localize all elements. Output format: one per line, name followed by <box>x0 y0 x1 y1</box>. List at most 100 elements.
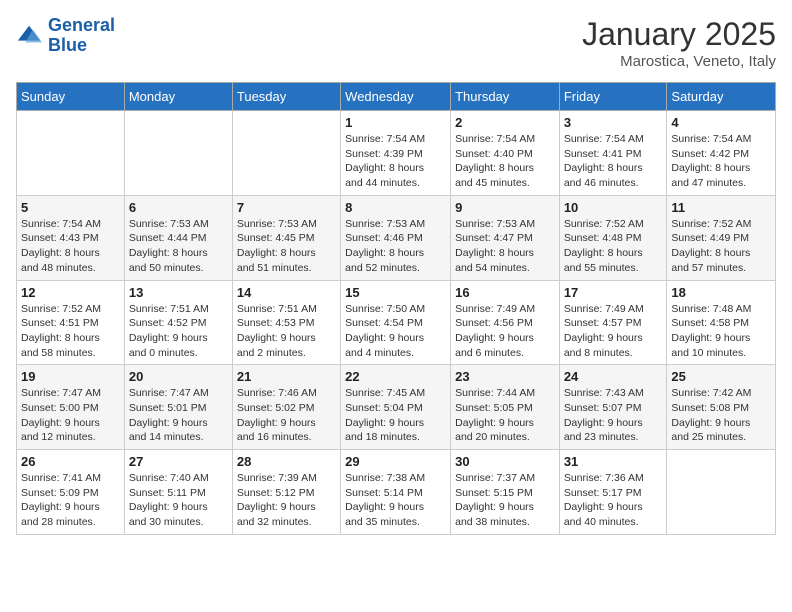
day-number: 16 <box>455 285 555 300</box>
calendar-cell: 28 Sunrise: 7:39 AM Sunset: 5:12 PM Dayli… <box>232 450 340 535</box>
day-number: 20 <box>129 369 228 384</box>
day-info: Sunrise: 7:43 AM Sunset: 5:07 PM Dayligh… <box>564 386 663 445</box>
day-number: 28 <box>237 454 336 469</box>
day-info: Sunrise: 7:36 AM Sunset: 5:17 PM Dayligh… <box>564 471 663 530</box>
calendar-cell <box>667 450 776 535</box>
location-subtitle: Marostica, Veneto, Italy <box>582 53 776 70</box>
calendar-cell: 26 Sunrise: 7:41 AM Sunset: 5:09 PM Dayli… <box>17 450 125 535</box>
calendar-cell: 25 Sunrise: 7:42 AM Sunset: 5:08 PM Dayli… <box>667 365 776 450</box>
day-info: Sunrise: 7:53 AM Sunset: 4:44 PM Dayligh… <box>129 217 228 276</box>
calendar-cell: 9 Sunrise: 7:53 AM Sunset: 4:47 PM Daylig… <box>451 195 560 280</box>
logo-line1: General <box>48 15 115 35</box>
calendar-cell: 3 Sunrise: 7:54 AM Sunset: 4:41 PM Daylig… <box>559 111 667 196</box>
month-title: January 2025 <box>582 16 776 53</box>
day-info: Sunrise: 7:52 AM Sunset: 4:49 PM Dayligh… <box>671 217 771 276</box>
weekday-header-thursday: Thursday <box>451 83 560 111</box>
weekday-row: SundayMondayTuesdayWednesdayThursdayFrid… <box>17 83 776 111</box>
day-info: Sunrise: 7:50 AM Sunset: 4:54 PM Dayligh… <box>345 302 446 361</box>
calendar-cell: 17 Sunrise: 7:49 AM Sunset: 4:57 PM Dayli… <box>559 280 667 365</box>
day-number: 21 <box>237 369 336 384</box>
calendar-week-3: 12Sunrise: 7:52 AM Sunset: 4:51 PM Dayli… <box>17 280 776 365</box>
calendar-cell: 8 Sunrise: 7:53 AM Sunset: 4:46 PM Daylig… <box>341 195 451 280</box>
calendar-week-5: 26 Sunrise: 7:41 AM Sunset: 5:09 PM Dayli… <box>17 450 776 535</box>
calendar-cell <box>232 111 340 196</box>
day-number: 5 <box>21 200 120 215</box>
day-info: Sunrise: 7:53 AM Sunset: 4:46 PM Dayligh… <box>345 217 446 276</box>
calendar-header: SundayMondayTuesdayWednesdayThursdayFrid… <box>17 83 776 111</box>
day-number: 6 <box>129 200 228 215</box>
day-info: Sunrise: 7:40 AM Sunset: 5:11 PM Dayligh… <box>129 471 228 530</box>
calendar-week-4: 19Sunrise: 7:47 AM Sunset: 5:00 PM Dayli… <box>17 365 776 450</box>
day-number: 15 <box>345 285 446 300</box>
day-number: 25 <box>671 369 771 384</box>
calendar-cell: 5Sunrise: 7:54 AM Sunset: 4:43 PM Daylig… <box>17 195 125 280</box>
calendar-cell: 20 Sunrise: 7:47 AM Sunset: 5:01 PM Dayli… <box>124 365 232 450</box>
day-info: Sunrise: 7:45 AM Sunset: 5:04 PM Dayligh… <box>345 386 446 445</box>
day-number: 1 <box>345 115 446 130</box>
calendar-cell: 4 Sunrise: 7:54 AM Sunset: 4:42 PM Daylig… <box>667 111 776 196</box>
calendar-cell: 27 Sunrise: 7:40 AM Sunset: 5:11 PM Dayli… <box>124 450 232 535</box>
calendar-cell: 1Sunrise: 7:54 AM Sunset: 4:39 PM Daylig… <box>341 111 451 196</box>
calendar-cell: 2 Sunrise: 7:54 AM Sunset: 4:40 PM Daylig… <box>451 111 560 196</box>
calendar-week-1: 1Sunrise: 7:54 AM Sunset: 4:39 PM Daylig… <box>17 111 776 196</box>
logo: General Blue <box>16 16 115 56</box>
day-info: Sunrise: 7:48 AM Sunset: 4:58 PM Dayligh… <box>671 302 771 361</box>
calendar-cell: 11Sunrise: 7:52 AM Sunset: 4:49 PM Dayli… <box>667 195 776 280</box>
day-info: Sunrise: 7:39 AM Sunset: 5:12 PM Dayligh… <box>237 471 336 530</box>
calendar-cell: 31 Sunrise: 7:36 AM Sunset: 5:17 PM Dayli… <box>559 450 667 535</box>
day-number: 7 <box>237 200 336 215</box>
calendar-week-2: 5Sunrise: 7:54 AM Sunset: 4:43 PM Daylig… <box>17 195 776 280</box>
day-number: 27 <box>129 454 228 469</box>
day-info: Sunrise: 7:54 AM Sunset: 4:41 PM Dayligh… <box>564 132 663 191</box>
weekday-header-monday: Monday <box>124 83 232 111</box>
calendar-body: 1Sunrise: 7:54 AM Sunset: 4:39 PM Daylig… <box>17 111 776 535</box>
day-info: Sunrise: 7:42 AM Sunset: 5:08 PM Dayligh… <box>671 386 771 445</box>
day-number: 2 <box>455 115 555 130</box>
day-number: 13 <box>129 285 228 300</box>
day-number: 31 <box>564 454 663 469</box>
day-info: Sunrise: 7:49 AM Sunset: 4:57 PM Dayligh… <box>564 302 663 361</box>
day-info: Sunrise: 7:41 AM Sunset: 5:09 PM Dayligh… <box>21 471 120 530</box>
calendar-cell: 14Sunrise: 7:51 AM Sunset: 4:53 PM Dayli… <box>232 280 340 365</box>
weekday-header-friday: Friday <box>559 83 667 111</box>
day-number: 12 <box>21 285 120 300</box>
day-number: 3 <box>564 115 663 130</box>
calendar-cell: 30Sunrise: 7:37 AM Sunset: 5:15 PM Dayli… <box>451 450 560 535</box>
day-info: Sunrise: 7:51 AM Sunset: 4:52 PM Dayligh… <box>129 302 228 361</box>
calendar-cell: 16Sunrise: 7:49 AM Sunset: 4:56 PM Dayli… <box>451 280 560 365</box>
day-info: Sunrise: 7:46 AM Sunset: 5:02 PM Dayligh… <box>237 386 336 445</box>
day-info: Sunrise: 7:37 AM Sunset: 5:15 PM Dayligh… <box>455 471 555 530</box>
logo-text: General Blue <box>48 16 115 56</box>
day-number: 8 <box>345 200 446 215</box>
calendar-cell: 23Sunrise: 7:44 AM Sunset: 5:05 PM Dayli… <box>451 365 560 450</box>
calendar-cell: 18 Sunrise: 7:48 AM Sunset: 4:58 PM Dayli… <box>667 280 776 365</box>
calendar-cell <box>124 111 232 196</box>
day-number: 29 <box>345 454 446 469</box>
calendar-cell: 22Sunrise: 7:45 AM Sunset: 5:04 PM Dayli… <box>341 365 451 450</box>
day-info: Sunrise: 7:47 AM Sunset: 5:01 PM Dayligh… <box>129 386 228 445</box>
day-info: Sunrise: 7:54 AM Sunset: 4:42 PM Dayligh… <box>671 132 771 191</box>
day-info: Sunrise: 7:44 AM Sunset: 5:05 PM Dayligh… <box>455 386 555 445</box>
day-number: 24 <box>564 369 663 384</box>
calendar-cell: 12Sunrise: 7:52 AM Sunset: 4:51 PM Dayli… <box>17 280 125 365</box>
weekday-header-sunday: Sunday <box>17 83 125 111</box>
day-number: 9 <box>455 200 555 215</box>
weekday-header-tuesday: Tuesday <box>232 83 340 111</box>
day-info: Sunrise: 7:47 AM Sunset: 5:00 PM Dayligh… <box>21 386 120 445</box>
title-block: January 2025 Marostica, Veneto, Italy <box>582 16 776 70</box>
day-info: Sunrise: 7:38 AM Sunset: 5:14 PM Dayligh… <box>345 471 446 530</box>
day-number: 26 <box>21 454 120 469</box>
calendar-cell: 24 Sunrise: 7:43 AM Sunset: 5:07 PM Dayli… <box>559 365 667 450</box>
calendar-cell: 15 Sunrise: 7:50 AM Sunset: 4:54 PM Dayli… <box>341 280 451 365</box>
day-number: 17 <box>564 285 663 300</box>
calendar-cell: 10Sunrise: 7:52 AM Sunset: 4:48 PM Dayli… <box>559 195 667 280</box>
day-number: 18 <box>671 285 771 300</box>
day-info: Sunrise: 7:54 AM Sunset: 4:40 PM Dayligh… <box>455 132 555 191</box>
day-info: Sunrise: 7:52 AM Sunset: 4:48 PM Dayligh… <box>564 217 663 276</box>
day-info: Sunrise: 7:53 AM Sunset: 4:47 PM Dayligh… <box>455 217 555 276</box>
calendar-cell: 21 Sunrise: 7:46 AM Sunset: 5:02 PM Dayli… <box>232 365 340 450</box>
day-number: 4 <box>671 115 771 130</box>
calendar-cell <box>17 111 125 196</box>
logo-icon <box>16 22 44 50</box>
day-info: Sunrise: 7:51 AM Sunset: 4:53 PM Dayligh… <box>237 302 336 361</box>
